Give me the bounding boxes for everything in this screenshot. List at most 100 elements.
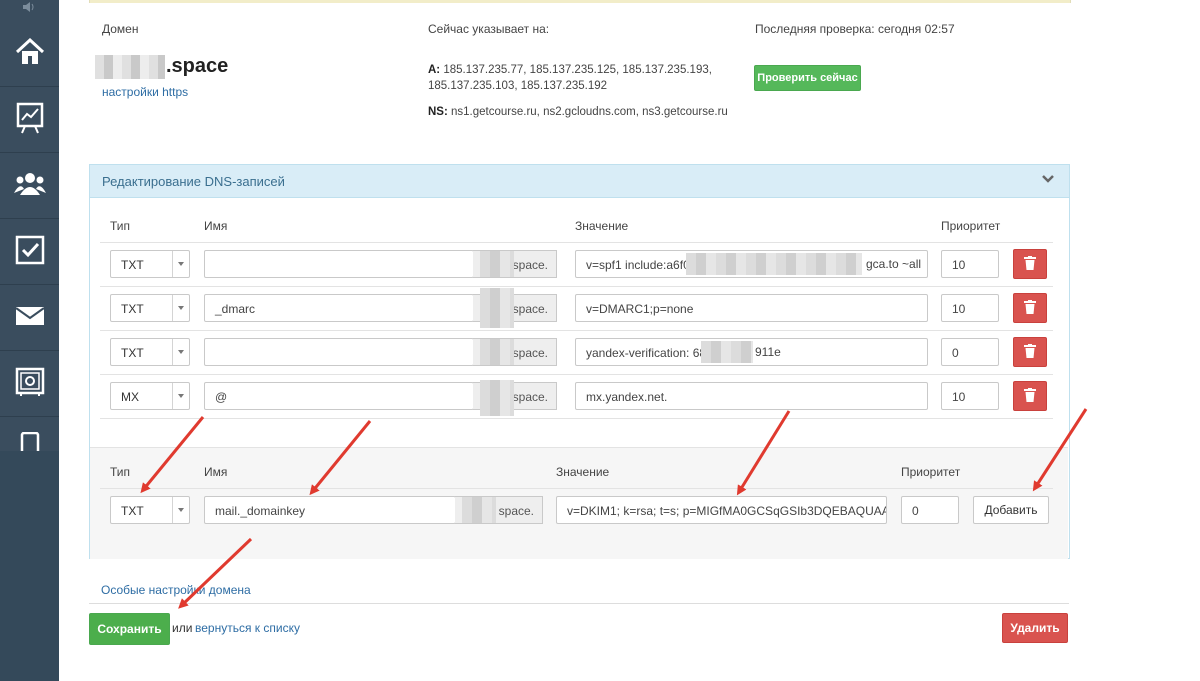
delete-record-button[interactable]	[1013, 337, 1047, 367]
sidebar-item-users[interactable]	[0, 152, 59, 219]
record-type-select[interactable]: TXT	[110, 338, 190, 366]
new-record-type-value: TXT	[121, 504, 144, 518]
value-part-start: yandex-verification: 68	[586, 346, 707, 360]
home-icon	[15, 37, 45, 69]
row-divider	[100, 330, 1053, 331]
dns-panel-header[interactable]: Редактирование DNS-записей	[90, 165, 1069, 198]
safe-icon	[15, 367, 45, 400]
record-value-input[interactable]: v=DMARC1;p=none	[575, 294, 928, 322]
col-priority-header: Приоритет	[941, 219, 1001, 233]
record-type-select[interactable]: TXT	[110, 294, 190, 322]
ns-label: NS:	[428, 106, 448, 118]
a-records: A: 185.137.235.77, 185.137.235.125, 185.…	[428, 62, 712, 94]
new-priority-header: Приоритет	[901, 465, 961, 479]
caret-down-icon	[172, 383, 189, 409]
trash-icon	[1024, 387, 1036, 405]
special-domain-settings-link[interactable]: Особые настройки домена	[101, 583, 251, 597]
new-record-type-select[interactable]: TXT	[110, 496, 190, 524]
record-type-value: MX	[121, 390, 139, 404]
record-name-input[interactable]: @	[204, 382, 474, 410]
dns-panel-title: Редактирование DNS-записей	[102, 174, 285, 189]
delete-record-button[interactable]	[1013, 293, 1047, 323]
new-value-header: Значение	[556, 465, 610, 479]
row-divider	[100, 418, 1053, 419]
redacted-area	[480, 288, 514, 328]
trash-icon	[1024, 343, 1036, 361]
users-icon	[13, 171, 46, 200]
record-type-select[interactable]: MX	[110, 382, 190, 410]
record-priority-input[interactable]: 10	[941, 382, 999, 410]
sidebar-item-mail[interactable]	[0, 284, 59, 351]
trash-icon	[1024, 299, 1036, 317]
domain-label: Домен	[102, 22, 139, 36]
row-divider	[100, 374, 1053, 375]
back-to-list-link[interactable]: вернуться к списку	[195, 621, 300, 635]
redacted-area	[480, 339, 514, 365]
record-name-input[interactable]	[204, 250, 474, 278]
sidebar	[0, 0, 59, 681]
chart-board-icon	[16, 102, 44, 137]
delete-domain-button[interactable]: Удалить	[1002, 613, 1068, 643]
new-record-priority-input[interactable]: 0	[901, 496, 959, 524]
save-button[interactable]: Сохранить	[89, 613, 170, 645]
new-record-value-input[interactable]: v=DKIM1; k=rsa; t=s; p=MIGfMA0GCSqGSIb3D…	[556, 496, 887, 524]
caret-down-icon	[172, 251, 189, 277]
points-to-label: Сейчас указывает на:	[428, 22, 550, 36]
checkbox-icon	[15, 235, 45, 268]
ns-records: NS: ns1.getcourse.ru, ns2.gcloudns.com, …	[428, 104, 728, 120]
sidebar-item-safe[interactable]	[0, 350, 59, 417]
record-type-value: TXT	[121, 258, 144, 272]
sidebar-item-home[interactable]	[0, 20, 59, 87]
record-type-value: TXT	[121, 302, 144, 316]
domain-name-redacted	[95, 55, 165, 79]
ns-values: ns1.getcourse.ru, ns2.gcloudns.com, ns3.…	[451, 106, 728, 118]
a-values-line2: 185.137.235.103, 185.137.235.192	[428, 80, 608, 92]
row-divider	[100, 242, 1053, 243]
sidebar-footer	[0, 451, 59, 681]
row-divider	[100, 286, 1053, 287]
record-priority-input[interactable]: 10	[941, 250, 999, 278]
delete-record-button[interactable]	[1013, 381, 1047, 411]
or-text: или	[172, 621, 193, 635]
record-priority-input[interactable]: 10	[941, 294, 999, 322]
last-check-label: Последняя проверка: сегодня 02:57	[755, 22, 955, 36]
mail-icon	[14, 306, 45, 329]
add-record-button[interactable]: Добавить	[973, 496, 1049, 524]
https-settings-link[interactable]: настройки https	[102, 85, 188, 99]
new-record-name-input[interactable]: mail._domainkey	[204, 496, 456, 524]
record-type-value: TXT	[121, 346, 144, 360]
check-now-button[interactable]: Проверить сейчас	[754, 65, 861, 91]
caret-down-icon	[172, 497, 189, 523]
col-value-header: Значение	[575, 219, 629, 233]
new-type-header: Тип	[110, 465, 131, 479]
chevron-down-icon[interactable]	[1041, 173, 1055, 187]
redacted-area	[701, 341, 753, 363]
delete-record-button[interactable]	[1013, 249, 1047, 279]
sidebar-item-tasks[interactable]	[0, 218, 59, 285]
footer-divider	[89, 603, 1069, 604]
trash-icon	[1024, 255, 1036, 273]
value-part-end: 911e	[755, 345, 781, 359]
a-label: A:	[428, 64, 441, 76]
caret-down-icon	[172, 295, 189, 321]
col-name-header: Имя	[204, 219, 228, 233]
caret-down-icon	[172, 339, 189, 365]
record-priority-input[interactable]: 0	[941, 338, 999, 366]
redacted-area	[462, 497, 496, 523]
value-part-end: gca.to ~all	[866, 257, 922, 271]
a-values-line1: 185.137.235.77, 185.137.235.125, 185.137…	[443, 64, 712, 76]
record-type-select[interactable]: TXT	[110, 250, 190, 278]
domain-name: .space	[166, 55, 229, 77]
speaker-icon	[22, 1, 36, 16]
col-type-header: Тип	[110, 219, 131, 233]
top-panel-edge	[89, 0, 1071, 3]
row-divider	[100, 488, 1053, 489]
value-part-start: v=spf1 include:a6f0	[586, 258, 690, 272]
redacted-area	[480, 380, 514, 416]
sidebar-item-statistics[interactable]	[0, 86, 59, 153]
record-name-input[interactable]: _dmarc	[204, 294, 474, 322]
new-name-header: Имя	[204, 465, 228, 479]
redacted-area	[686, 253, 862, 275]
record-name-input[interactable]	[204, 338, 474, 366]
record-value-input[interactable]: mx.yandex.net.	[575, 382, 928, 410]
